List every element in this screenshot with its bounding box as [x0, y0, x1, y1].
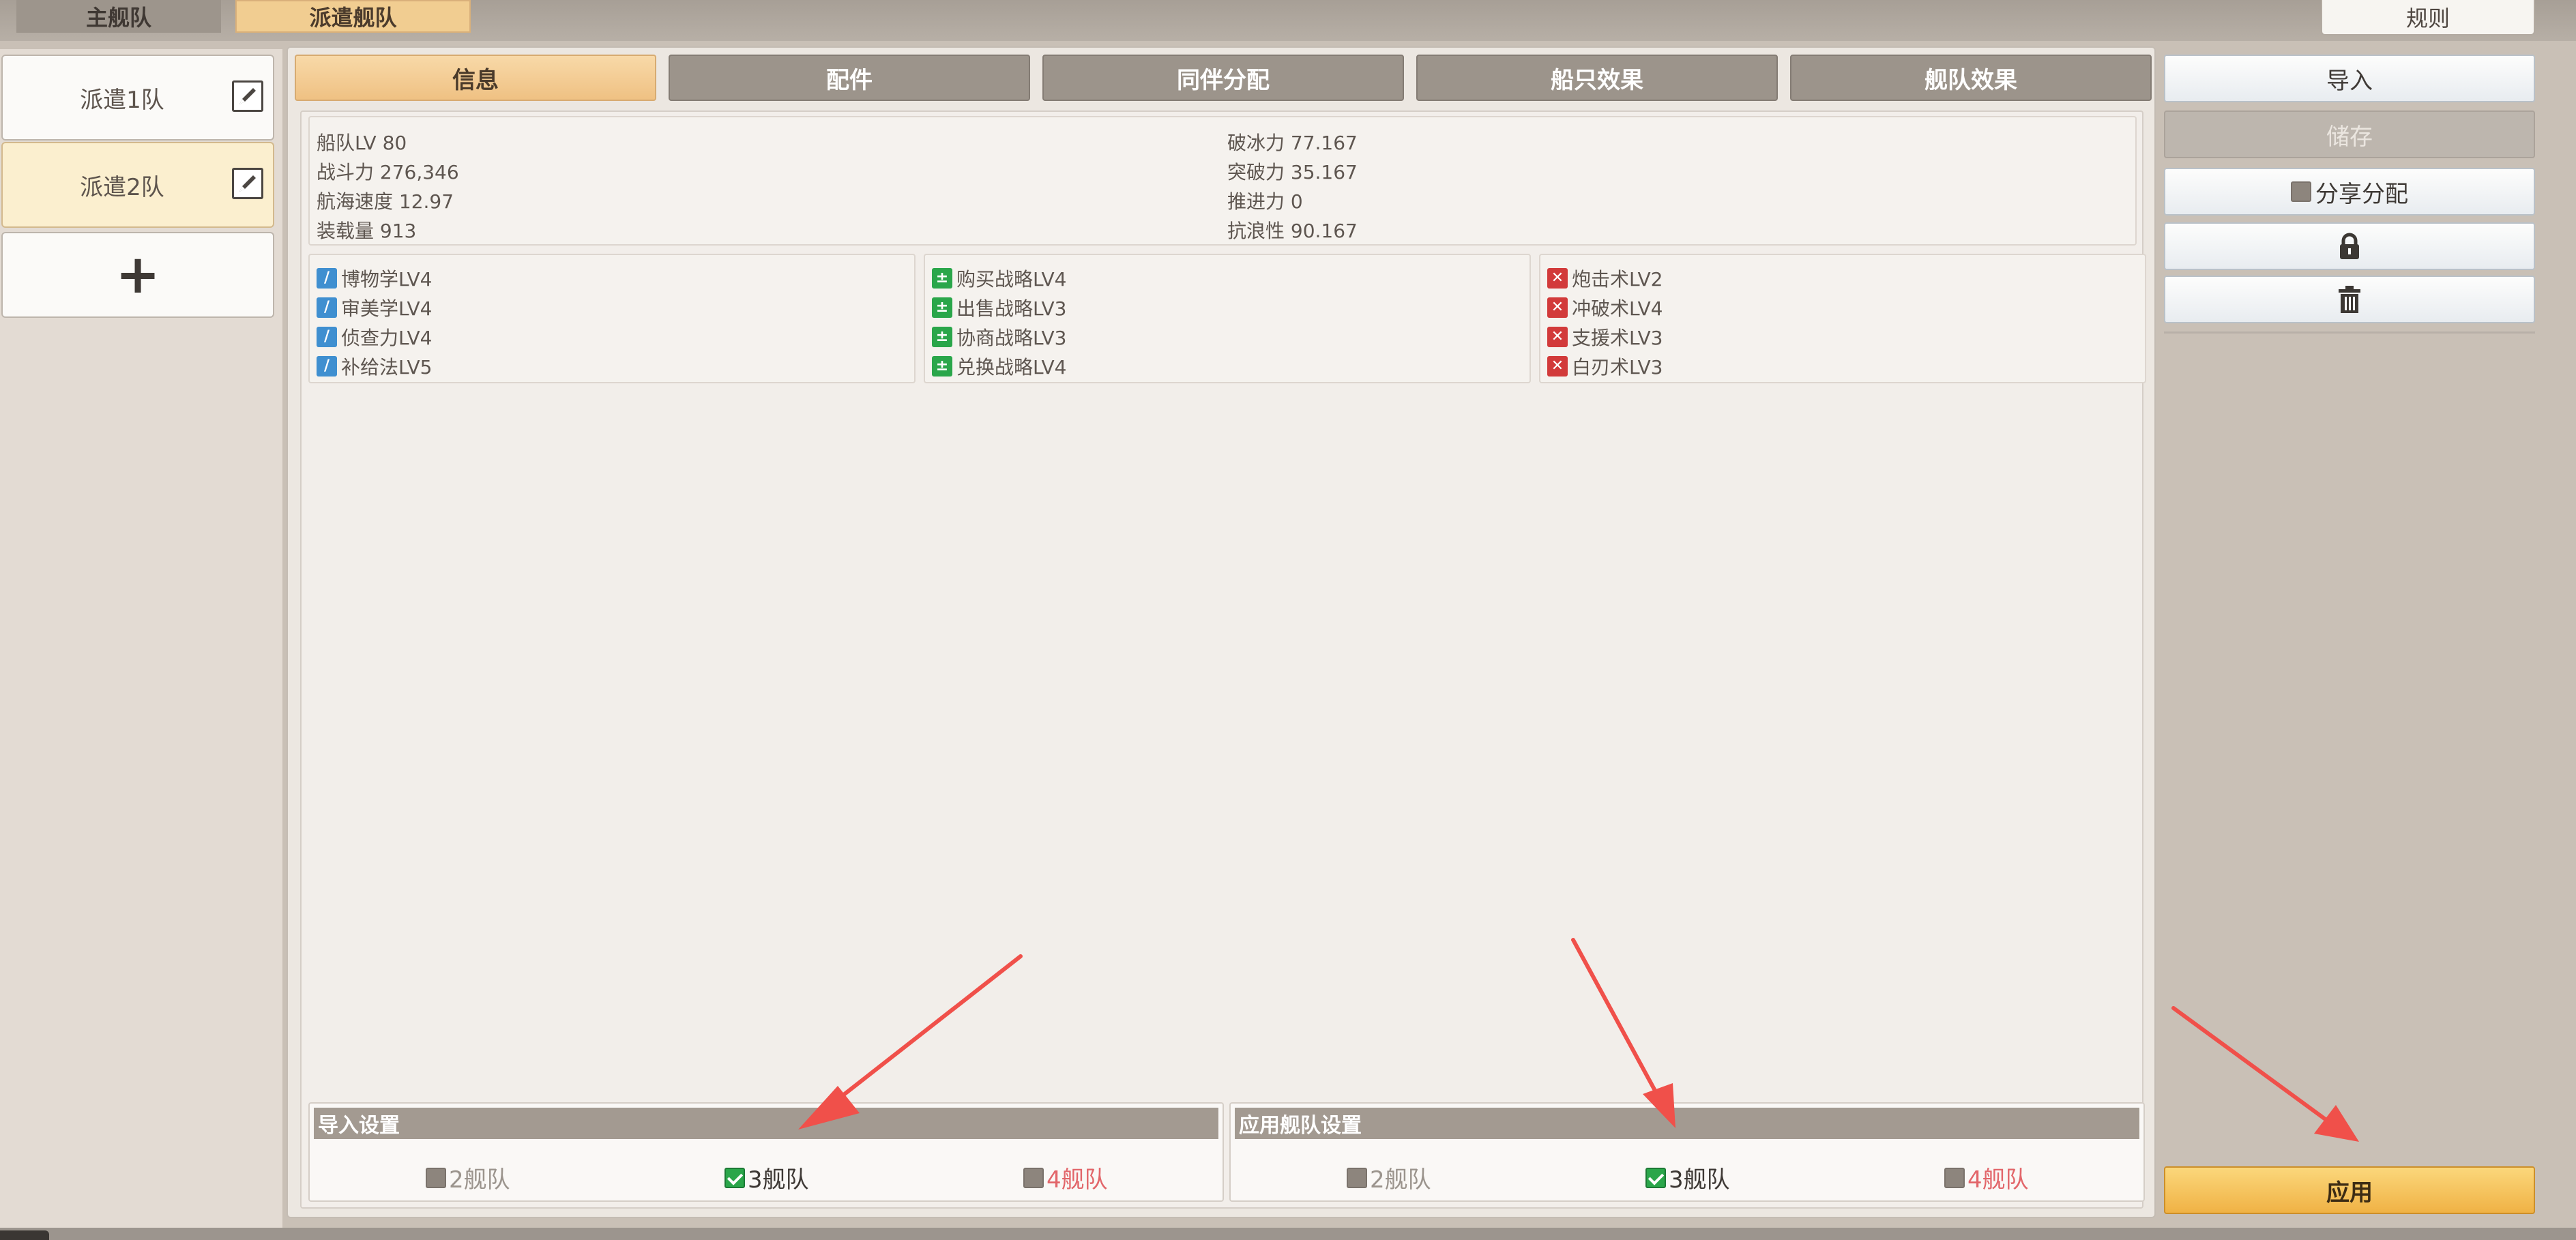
checkbox[interactable] [2291, 181, 2311, 202]
trash-icon [2339, 286, 2360, 313]
skill-item: ± 购买战略LV4 [932, 265, 1067, 292]
skill-group-battle: ✕ 炮击术LV2 ✕ 冲破术LV4 ✕ 支援术LV3 ✕ 白刃术LV3 [1539, 254, 2146, 383]
trade-skill-icon: ± [932, 356, 952, 377]
pen-skill-icon: / [317, 356, 337, 377]
skill-item: ± 出售战略LV3 [932, 294, 1067, 321]
stat-breakthrough: 突破力 35.167 [1227, 161, 1358, 183]
stat-propulsion: 推进力 0 [1227, 190, 1303, 213]
trade-skill-icon: ± [932, 268, 952, 289]
skill-item: ✕ 炮击术LV2 [1547, 265, 1663, 292]
skill-group-exploration: / 博物学LV4 /审美学LV4 /侦查力LV4 /补给法LV5 [308, 254, 916, 383]
battle-skill-icon: ✕ [1547, 327, 1568, 347]
stat-sail-speed: 航海速度 12.97 [317, 190, 454, 213]
lock-icon [2340, 233, 2359, 259]
stat-capacity: 装载量 913 [317, 220, 417, 242]
team-label: 派遣1队 [80, 86, 164, 114]
team-card-2[interactable]: 派遣2队 [1, 142, 274, 228]
tab-companion-assign[interactable]: 同伴分配 [1042, 55, 1404, 101]
skill-item: ✕ 白刃术LV3 [1547, 353, 1663, 380]
fleet-panel: 信息 配件 同伴分配 船只效果 舰队效果 船队LV 80 战斗力 276,346… [287, 46, 2156, 1218]
skill-item: / 补给法LV5 [317, 353, 433, 380]
apply-settings-title: 应用舰队设置 [1235, 1108, 2139, 1139]
trade-skill-icon: ± [932, 327, 952, 347]
checkbox[interactable] [1023, 1167, 1044, 1188]
apply-button[interactable]: 应用 [2164, 1166, 2535, 1214]
skill-item: ± 兑换战略LV4 [932, 353, 1067, 380]
skill-item: ± 协商战略LV3 [932, 323, 1067, 351]
checkbox[interactable] [1347, 1167, 1367, 1188]
stat-wave-resist: 抗浪性 90.167 [1227, 220, 1358, 242]
share-assign-label: 分享分配 [2315, 180, 2408, 208]
skill-item: / 侦查力LV4 [317, 323, 433, 351]
edit-icon[interactable] [232, 168, 263, 199]
annotation-arrow [2171, 1006, 2359, 1142]
skill-item: ✕ 支援术LV3 [1547, 323, 1663, 351]
battle-skill-icon: ✕ [1547, 268, 1568, 289]
import-button[interactable]: 导入 [2164, 55, 2535, 102]
tab-main-fleet[interactable]: 主舰队 [16, 0, 221, 33]
battle-skill-icon: ✕ [1547, 356, 1568, 377]
skill-group-trade: ± 购买战略LV4 ± 出售战略LV3 ± 协商战略LV3 ± 兑换战略LV4 [924, 254, 1531, 383]
lock-button[interactable] [2164, 222, 2535, 270]
edit-icon[interactable] [232, 80, 263, 112]
import-settings-title: 导入设置 [314, 1108, 1218, 1139]
info-content: 船队LV 80 战斗力 276,346 航海速度 12.97 装载量 913 破… [300, 110, 2146, 1209]
apply-option-2-fleet[interactable]: 2舰队 [1347, 1161, 1431, 1194]
delete-button[interactable] [2164, 276, 2535, 323]
import-settings: 导入设置 2舰队 3舰队 4舰队 [308, 1102, 1224, 1202]
tab-info[interactable]: 信息 [295, 55, 656, 101]
divider [2164, 331, 2535, 334]
team-label: 派遣2队 [80, 173, 164, 201]
skill-item: / 审美学LV4 [317, 294, 433, 321]
pen-skill-icon: / [317, 268, 337, 289]
pen-skill-icon: / [317, 327, 337, 347]
bottom-corner-mark [0, 1230, 49, 1240]
team-card-1[interactable]: 派遣1队 [1, 55, 274, 141]
trade-skill-icon: ± [932, 297, 952, 318]
checkbox-checked[interactable] [724, 1167, 745, 1188]
apply-option-3-fleet[interactable]: 3舰队 [1645, 1161, 1730, 1194]
pen-skill-icon: / [317, 297, 337, 318]
checkbox[interactable] [426, 1167, 446, 1188]
stat-fleet-level: 船队LV 80 [317, 132, 407, 154]
battle-skill-icon: ✕ [1547, 297, 1568, 318]
save-button[interactable]: 储存 [2164, 110, 2535, 158]
tab-fleet-effects[interactable]: 舰队效果 [1790, 55, 2152, 101]
fleet-stats: 船队LV 80 战斗力 276,346 航海速度 12.97 装载量 913 破… [308, 116, 2137, 246]
checkbox[interactable] [1944, 1167, 1965, 1188]
skill-item: ✕ 冲破术LV4 [1547, 294, 1663, 321]
share-assign-toggle[interactable]: 分享分配 [2164, 168, 2535, 216]
stat-combat-power: 战斗力 276,346 [317, 161, 459, 183]
import-option-4-fleet[interactable]: 4舰队 [1023, 1161, 1108, 1194]
tab-ship-effects[interactable]: 船只效果 [1416, 55, 1778, 101]
stat-icebreak: 破冰力 77.167 [1227, 132, 1358, 154]
import-option-3-fleet[interactable]: 3舰队 [724, 1161, 809, 1194]
add-team-button[interactable]: + [1, 232, 274, 318]
apply-fleet-settings: 应用舰队设置 2舰队 3舰队 4舰队 [1229, 1102, 2145, 1202]
checkbox-checked[interactable] [1645, 1167, 1666, 1188]
bottom-bar [0, 1228, 2576, 1240]
rules-button[interactable]: 规则 [2321, 0, 2535, 35]
apply-option-4-fleet[interactable]: 4舰队 [1944, 1161, 2029, 1194]
skill-item: / 博物学LV4 [317, 265, 433, 292]
tab-dispatch-fleet[interactable]: 派遣舰队 [235, 0, 471, 33]
tab-parts[interactable]: 配件 [669, 55, 1030, 101]
plus-icon: + [115, 244, 160, 306]
import-option-2-fleet[interactable]: 2舰队 [426, 1161, 510, 1194]
